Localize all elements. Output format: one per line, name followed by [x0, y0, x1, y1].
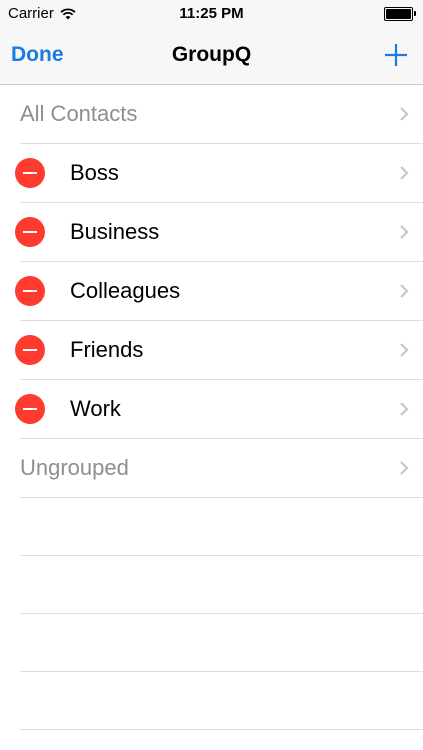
navigation-bar: Done GroupQ: [0, 28, 423, 85]
chevron-right-icon: [400, 225, 409, 239]
list-item-colleagues[interactable]: Colleagues: [15, 262, 423, 321]
status-bar: Carrier 11:25 PM: [0, 0, 423, 28]
list-item-label: Ungrouped: [20, 455, 129, 480]
chevron-right-icon: [400, 107, 409, 121]
delete-button[interactable]: [15, 335, 45, 365]
chevron-right-icon: [400, 402, 409, 416]
chevron-right-icon: [400, 284, 409, 298]
list-item-label: All Contacts: [20, 101, 138, 126]
done-button[interactable]: Done: [11, 43, 64, 67]
delete-button[interactable]: [15, 158, 45, 188]
list-item-work[interactable]: Work: [15, 380, 423, 439]
battery-icon: [384, 7, 416, 21]
chevron-right-icon: [400, 166, 409, 180]
list-item-label: Work: [70, 396, 121, 421]
plus-icon[interactable]: [383, 42, 409, 68]
delete-button[interactable]: [15, 217, 45, 247]
group-list: All Contacts Boss Business Colleagues Fr…: [0, 85, 423, 730]
battery-fill: [386, 9, 411, 19]
list-item-label: Friends: [70, 337, 144, 362]
empty-row: [20, 672, 423, 730]
empty-row: [20, 556, 423, 614]
empty-row: [20, 614, 423, 672]
battery-tip: [414, 11, 416, 16]
list-item-business[interactable]: Business: [15, 203, 423, 262]
status-time: 11:25 PM: [179, 5, 244, 22]
list-item-label: Boss: [70, 160, 119, 185]
chevron-right-icon: [400, 343, 409, 357]
list-item-label: Colleagues: [70, 278, 181, 303]
list-item-friends[interactable]: Friends: [15, 321, 423, 380]
list-item-boss[interactable]: Boss: [15, 144, 423, 203]
delete-button[interactable]: [15, 394, 45, 424]
chevron-right-icon: [400, 461, 409, 475]
list-item-all-contacts[interactable]: All Contacts: [20, 85, 423, 144]
list-item-ungrouped[interactable]: Ungrouped: [20, 439, 423, 498]
list-item-label: Business: [70, 219, 160, 244]
delete-button[interactable]: [15, 276, 45, 306]
empty-row: [20, 498, 423, 556]
